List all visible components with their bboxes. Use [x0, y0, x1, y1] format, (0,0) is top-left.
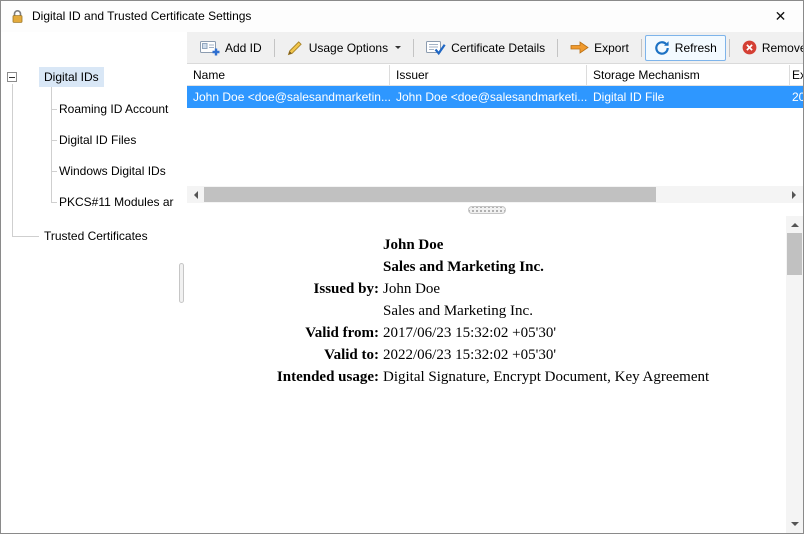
add-id-button[interactable]: Add ID: [191, 35, 271, 61]
chevron-down-icon: [395, 46, 402, 52]
scroll-down-button[interactable]: [786, 516, 803, 533]
sidebar-tree: Digital IDs Roaming ID Account Digital I…: [1, 32, 177, 533]
table-header: Name Issuer Storage Mechanism Ex: [187, 65, 803, 86]
cell-issuer: John Doe <doe@salesandmarketi...: [396, 90, 587, 104]
details-value: Digital Signature, Encrypt Document, Key…: [383, 369, 710, 385]
details-line: Sales and Marketing Inc.: [187, 300, 786, 322]
column-header-name[interactable]: Name: [187, 65, 390, 85]
button-label: Certificate Details: [451, 40, 546, 55]
dialog-window: Digital ID and Trusted Certificate Setti…: [0, 0, 804, 534]
horizontal-scrollbar-thumb[interactable]: [204, 187, 656, 202]
tree-item-digital-ids[interactable]: Digital IDs: [39, 67, 104, 87]
button-label: Export: [594, 40, 629, 55]
splitter-grip-icon[interactable]: [467, 205, 506, 214]
horizontal-scrollbar[interactable]: [187, 186, 803, 203]
details-value: Sales and Marketing Inc.: [383, 303, 533, 319]
details-line: Issued by: John Doe: [187, 278, 786, 300]
scroll-up-button[interactable]: [786, 216, 803, 233]
refresh-button[interactable]: Refresh: [644, 34, 726, 61]
table-row[interactable]: John Doe <doe@salesandmarketin... John D…: [187, 86, 803, 108]
toolbar-separator: [557, 38, 559, 57]
vertical-scrollbar[interactable]: [786, 216, 803, 533]
toolbar-separator: [728, 38, 730, 57]
details-value: 2017/06/23 15:32:02 +05'30': [383, 325, 557, 341]
button-label: Add ID: [225, 40, 262, 55]
certificate-details-pane: John Doe Sales and Marketing Inc. Issued…: [187, 234, 786, 388]
toolbar-separator: [413, 38, 415, 57]
button-label: Refresh: [674, 40, 717, 55]
button-label: Remove ID: [761, 40, 804, 55]
details-label: Valid from:: [305, 325, 379, 341]
cell-storage-mechanism: Digital ID File: [593, 90, 665, 104]
pencil-icon: [287, 40, 304, 56]
arrow-up-icon: [790, 219, 799, 227]
pane-splitter[interactable]: [187, 203, 786, 216]
sidebar-splitter[interactable]: [177, 32, 187, 533]
arrow-right-icon: [792, 190, 800, 199]
tree-line: [12, 236, 39, 237]
scroll-left-button[interactable]: [187, 186, 204, 203]
export-button[interactable]: Export: [561, 35, 638, 61]
details-value: 2022/06/23 15:32:02 +05'30': [383, 347, 557, 363]
tree-line: [51, 84, 52, 202]
details-value: John Doe: [383, 281, 441, 297]
tree-line: [12, 84, 13, 236]
toolbar-separator: [273, 38, 275, 57]
tree-item-windows-digital-ids[interactable]: Windows Digital IDs: [54, 161, 171, 181]
details-line: Sales and Marketing Inc.: [187, 256, 786, 278]
title-bar: Digital ID and Trusted Certificate Setti…: [1, 1, 803, 32]
arrow-left-icon: [190, 190, 198, 199]
certificate-details-button[interactable]: Certificate Details: [417, 35, 554, 61]
details-label: Valid to:: [324, 347, 379, 363]
add-id-icon: [200, 39, 220, 56]
cell-expires: 20: [792, 90, 803, 104]
vertical-scrollbar-thumb[interactable]: [787, 233, 802, 275]
details-label: Issued by:: [313, 281, 379, 297]
details-label: Intended usage:: [276, 369, 379, 385]
tree-expander-minus-icon[interactable]: [7, 72, 17, 82]
details-label: [187, 234, 379, 256]
tree-item-pkcs11-modules[interactable]: PKCS#11 Modules ar: [54, 192, 177, 212]
column-header-issuer[interactable]: Issuer: [390, 65, 587, 85]
details-value: Sales and Marketing Inc.: [383, 259, 544, 275]
splitter-grip-icon[interactable]: [179, 263, 184, 303]
toolbar: Add ID Usage Options Certificate Details…: [187, 32, 803, 64]
refresh-icon: [654, 40, 670, 56]
remove-id-icon: [742, 40, 757, 55]
window-title: Digital ID and Trusted Certificate Setti…: [32, 9, 252, 23]
scroll-right-button[interactable]: [786, 186, 803, 203]
details-line: Valid from: 2017/06/23 15:32:02 +05'30': [187, 322, 786, 344]
column-header-storage-mechanism[interactable]: Storage Mechanism: [587, 65, 790, 85]
details-value: John Doe: [383, 237, 444, 253]
tree-item-roaming-id-account[interactable]: Roaming ID Account: [54, 99, 173, 119]
toolbar-separator: [640, 38, 642, 57]
certificate-details-icon: [426, 40, 446, 56]
details-line: John Doe: [187, 234, 786, 256]
remove-id-button[interactable]: Remove ID: [733, 35, 804, 61]
arrow-down-icon: [790, 522, 799, 530]
close-button[interactable]: ✕: [758, 1, 803, 32]
tree-item-trusted-certificates[interactable]: Trusted Certificates: [39, 226, 153, 246]
details-line: Valid to: 2022/06/23 15:32:02 +05'30': [187, 344, 786, 366]
usage-options-button[interactable]: Usage Options: [278, 35, 410, 61]
cell-name: John Doe <doe@salesandmarketin...: [193, 90, 390, 104]
details-label: [187, 256, 379, 278]
details-label: [187, 300, 379, 322]
column-header-expires[interactable]: Ex: [790, 65, 803, 85]
export-arrow-icon: [570, 41, 589, 54]
details-line: Intended usage: Digital Signature, Encry…: [187, 366, 786, 388]
button-label: Usage Options: [308, 40, 389, 55]
lock-icon: [10, 9, 25, 27]
tree-item-digital-id-files[interactable]: Digital ID Files: [54, 130, 141, 150]
